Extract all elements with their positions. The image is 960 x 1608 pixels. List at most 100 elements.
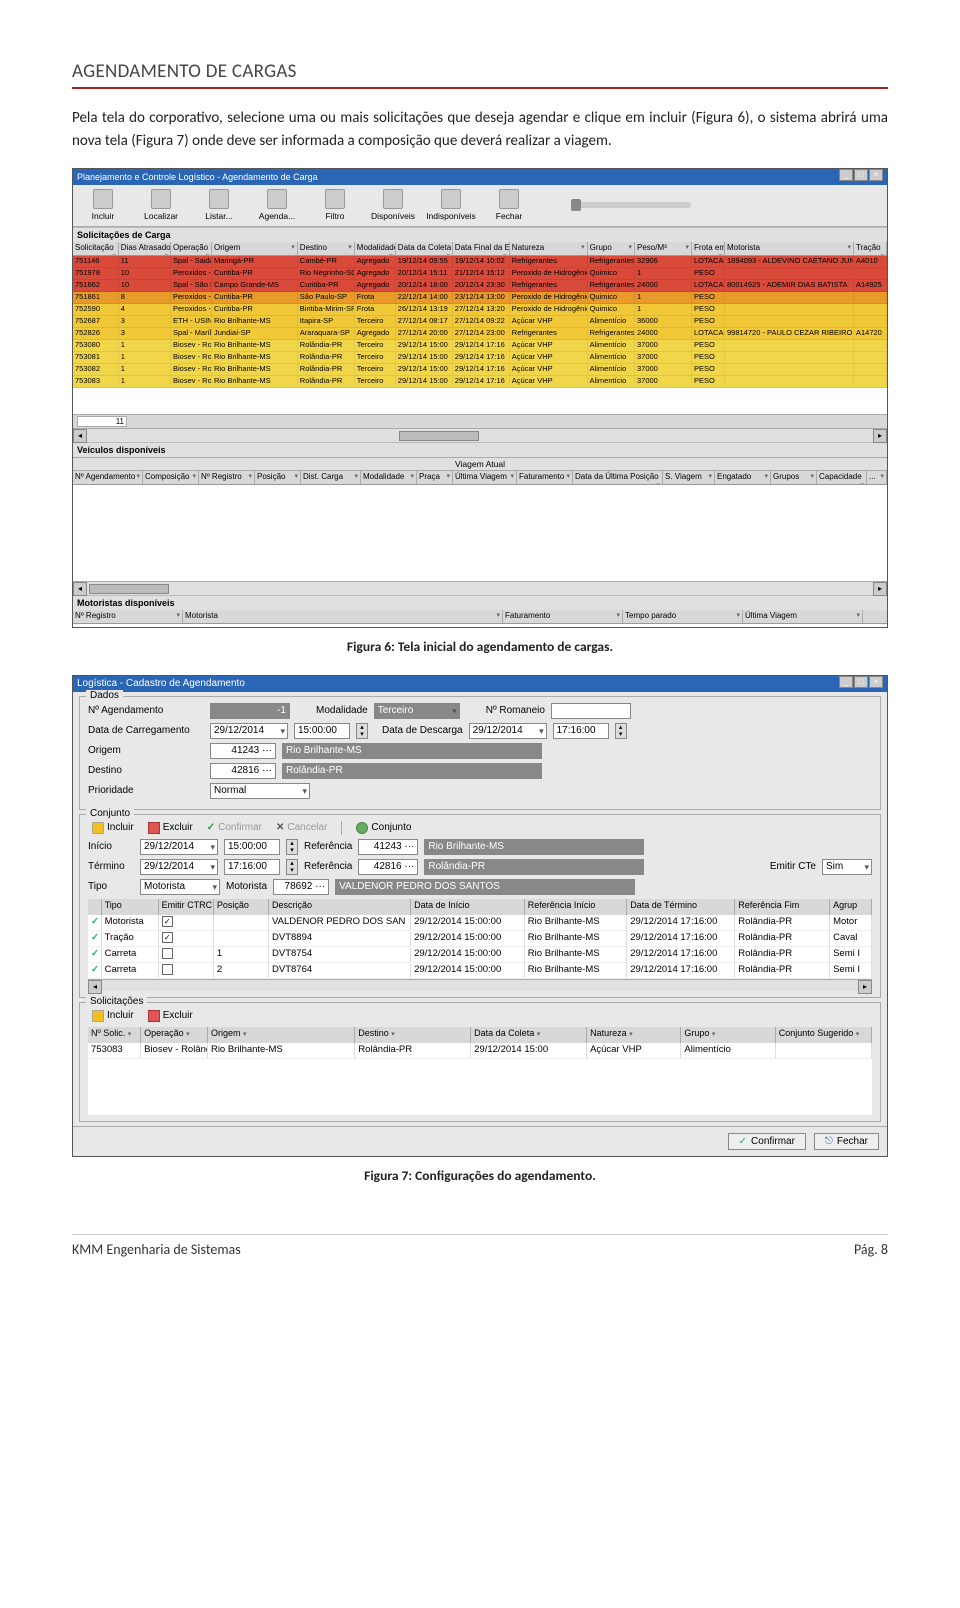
termino-time[interactable]: 17:16:00 bbox=[224, 859, 280, 875]
col-header[interactable]: S. Viagem▾ bbox=[663, 471, 715, 484]
col-header[interactable]: Natureza▾ bbox=[510, 242, 588, 255]
col-header[interactable]: Data de Início bbox=[411, 899, 525, 915]
sol-excluir-button[interactable]: Excluir bbox=[144, 1009, 197, 1023]
table-row[interactable]: 7530811Biosev - Rolândia (IRio Brilhante… bbox=[73, 352, 887, 364]
close-icon[interactable]: × bbox=[869, 676, 883, 688]
fechar-button[interactable]: ⎋Fechar bbox=[814, 1133, 879, 1150]
toolbar-incluir[interactable]: Incluir bbox=[77, 189, 129, 221]
table-row[interactable]: 7526873ETH - USINA ELDRio Brilhante-MSIt… bbox=[73, 316, 887, 328]
col-header[interactable]: Emitir CTRC bbox=[159, 899, 214, 915]
col-header[interactable]: Origem ▾ bbox=[208, 1027, 355, 1043]
col-header[interactable]: Nº Registro▾ bbox=[73, 610, 183, 623]
col-header[interactable]: Descrição bbox=[269, 899, 411, 915]
data-carr-time[interactable]: 15:00:00 bbox=[294, 723, 350, 739]
max-icon[interactable]: □ bbox=[854, 676, 868, 688]
col-header[interactable]: Natureza ▾ bbox=[587, 1027, 681, 1043]
col-header[interactable]: Modalidade▾ bbox=[355, 242, 396, 255]
table-row[interactable]: ✓Carreta2DVT876429/12/2014 15:00:00Rio B… bbox=[88, 963, 872, 979]
col-header[interactable]: Referência Início bbox=[525, 899, 627, 915]
min-icon[interactable]: _ bbox=[839, 169, 853, 181]
slider[interactable] bbox=[571, 202, 691, 208]
col-header[interactable]: Grupo ▾ bbox=[681, 1027, 775, 1043]
col-header[interactable]: Composição▾ bbox=[143, 471, 199, 484]
modalidade-select[interactable]: Terceiro bbox=[374, 703, 460, 719]
col-header[interactable]: Data da Coleta▾ bbox=[396, 242, 453, 255]
hscroll3[interactable]: ◂▸ bbox=[88, 979, 872, 991]
col-header[interactable]: Grupos▾ bbox=[771, 471, 817, 484]
col-header[interactable]: Grupo▾ bbox=[588, 242, 635, 255]
table-row[interactable]: 75166210Spal - São PauloCampo Grande-MSC… bbox=[73, 280, 887, 292]
min-icon[interactable]: _ bbox=[839, 676, 853, 688]
data-desc-date[interactable]: 29/12/2014 bbox=[469, 723, 547, 739]
col-header[interactable]: Praça▾ bbox=[417, 471, 453, 484]
prioridade-select[interactable]: Normal bbox=[210, 783, 310, 799]
inicio-date[interactable]: 29/12/2014 bbox=[140, 839, 218, 855]
col-header[interactable]: Peso/M³▾ bbox=[635, 242, 692, 255]
motorista-code[interactable]: 78692 ··· bbox=[273, 879, 329, 895]
col-header[interactable]: Capacidade▾ bbox=[817, 471, 867, 484]
col-header[interactable]: Motorista▾ bbox=[183, 610, 503, 623]
col-header[interactable]: Referência Fim bbox=[735, 899, 830, 915]
toolbar-listar...[interactable]: Listar... bbox=[193, 189, 245, 221]
col-header[interactable]: Posição▾ bbox=[255, 471, 301, 484]
table-row[interactable]: 7530801Biosev - Rolândia (IRio Brilhante… bbox=[73, 340, 887, 352]
col-header[interactable]: Faturamento▾ bbox=[517, 471, 573, 484]
col-header[interactable]: Frota em▾ bbox=[692, 242, 725, 255]
table-row[interactable]: 75114611Spal - Saida de MaMaringá-PRCamb… bbox=[73, 256, 887, 268]
hscroll2[interactable]: ◂▸ bbox=[73, 581, 887, 595]
col-header[interactable]: Operação▾ bbox=[171, 242, 212, 255]
col-header[interactable]: Nº Registro▾ bbox=[199, 471, 255, 484]
toolbar-fechar[interactable]: Fechar bbox=[483, 189, 535, 221]
col-header[interactable]: Última Viagem▾ bbox=[743, 610, 863, 623]
ref1-code[interactable]: 41243 ··· bbox=[358, 839, 418, 855]
col-header[interactable]: Operação ▾ bbox=[141, 1027, 208, 1043]
sol-incluir-button[interactable]: Incluir bbox=[88, 1009, 138, 1023]
table-row[interactable]: ✓TraçãoDVT889429/12/2014 15:00:00Rio Bri… bbox=[88, 931, 872, 947]
max-icon[interactable]: □ bbox=[854, 169, 868, 181]
col-header[interactable]: Faturamento▾ bbox=[503, 610, 623, 623]
table-row[interactable]: 7530831Biosev - Rolândia (IRio Brilhante… bbox=[73, 376, 887, 388]
inicio-time[interactable]: 15:00:00 bbox=[224, 839, 280, 855]
col-header[interactable]: Data da Última Posição▾ bbox=[573, 471, 663, 484]
col-header[interactable]: Tração▾ bbox=[854, 242, 887, 255]
col-header[interactable]: Data da Coleta ▾ bbox=[471, 1027, 587, 1043]
col-header[interactable] bbox=[88, 899, 102, 915]
toolbar-indisponíveis[interactable]: Indisponíveis bbox=[425, 189, 477, 221]
close-icon[interactable]: × bbox=[869, 169, 883, 181]
col-header[interactable]: Nº Solic. ▾ bbox=[88, 1027, 141, 1043]
destino-code[interactable]: 42816 ··· bbox=[210, 763, 276, 779]
tipo-select[interactable]: Motorista bbox=[140, 879, 220, 895]
col-header[interactable]: Dist. Carga▾ bbox=[301, 471, 361, 484]
col-header[interactable]: Destino▾ bbox=[298, 242, 355, 255]
toolbar-localizar[interactable]: Localizar bbox=[135, 189, 187, 221]
hscroll[interactable]: ◂▸ bbox=[73, 428, 887, 442]
toolbar-agenda...[interactable]: Agenda... bbox=[251, 189, 303, 221]
table-row[interactable]: ✓Carreta1DVT875429/12/2014 15:00:00Rio B… bbox=[88, 947, 872, 963]
excluir-button[interactable]: Excluir bbox=[144, 821, 197, 835]
col-header[interactable]: Tempo parado▾ bbox=[623, 610, 743, 623]
num-romaneio-field[interactable] bbox=[551, 703, 631, 719]
col-header[interactable]: ...▾ bbox=[867, 471, 887, 484]
toolbar-filtro[interactable]: Filtro bbox=[309, 189, 361, 221]
table-row[interactable]: 75197810Peroxidos - InterestCuritiba-PRR… bbox=[73, 268, 887, 280]
table-row[interactable]: 753083Biosev - Rolândia (IRio Brilhante-… bbox=[88, 1043, 872, 1059]
termino-date[interactable]: 29/12/2014 bbox=[140, 859, 218, 875]
col-header[interactable]: Tipo bbox=[102, 899, 159, 915]
origem-code[interactable]: 41243 ··· bbox=[210, 743, 276, 759]
table-row[interactable]: 7518618Peroxidos - InterestCuritiba-PRSã… bbox=[73, 292, 887, 304]
col-header[interactable]: Solicitação▾ bbox=[73, 242, 119, 255]
col-header[interactable]: Nº Agendamento▾ bbox=[73, 471, 143, 484]
table-row[interactable]: ✓MotoristaVALDENOR PEDRO DOS SAN29/12/20… bbox=[88, 915, 872, 931]
col-header[interactable]: Modalidade▾ bbox=[361, 471, 417, 484]
col-header[interactable]: Última Viagem▾ bbox=[453, 471, 517, 484]
ref2-code[interactable]: 42816 ··· bbox=[358, 859, 418, 875]
col-header[interactable]: Motorista▾ bbox=[725, 242, 854, 255]
emitir-cte-select[interactable]: Sim bbox=[822, 859, 872, 875]
confirmar-button[interactable]: ✓Confirmar bbox=[728, 1133, 806, 1150]
incluir-button[interactable]: Incluir bbox=[88, 821, 138, 835]
col-header[interactable]: Data Final da Entre▾ bbox=[453, 242, 510, 255]
col-header[interactable]: Agrup bbox=[830, 899, 872, 915]
col-header[interactable]: Dias Atrasado▾ bbox=[119, 242, 171, 255]
conjunto-button[interactable]: Conjunto bbox=[352, 821, 415, 835]
col-header[interactable]: Engatado▾ bbox=[715, 471, 771, 484]
